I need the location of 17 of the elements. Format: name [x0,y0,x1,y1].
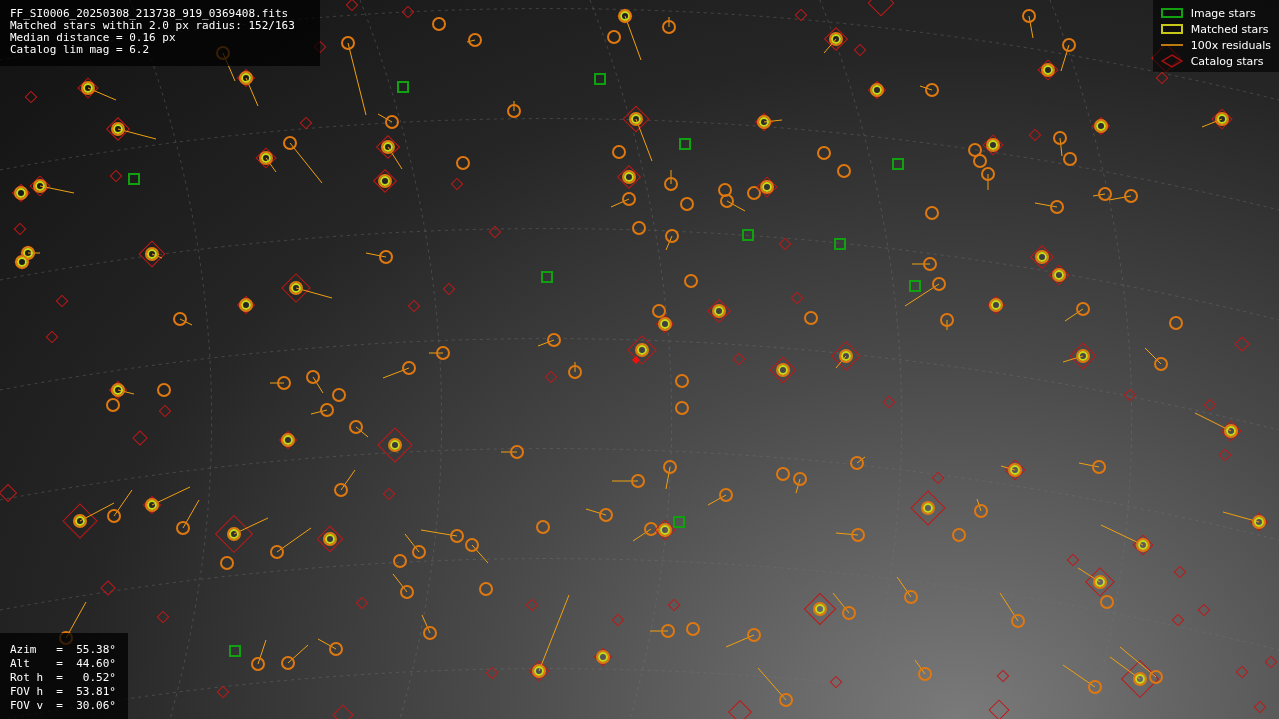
line-icon [1160,44,1183,46]
legend-label: Image stars [1190,6,1256,20]
pointing-text: FOV h = 53.81° [10,685,116,699]
square-icon [1160,24,1183,34]
diamond-icon [1160,54,1183,68]
info-text: Median distance = 0.16 px [10,32,177,44]
info-text: Matched stars within 2.0 px radius: 152/163 [10,20,296,32]
pointing-text: FOV v = 30.06° [10,699,116,713]
pointing-text: Azim = 55.38° [10,643,116,657]
legend-label: Matched stars [1190,22,1269,36]
legend-label: 100x residuals [1190,38,1271,52]
info-text: FF_SI0006_20250308_213738_919_0369408.fits [10,8,290,20]
pointing-text: Rot h = 0.52° [10,671,116,685]
pointing-text: Alt = 44.60° [10,657,116,671]
square-icon [1160,8,1183,18]
info-text: Catalog lim mag = 6.2 [10,44,151,56]
legend-label: Catalog stars [1190,54,1264,68]
